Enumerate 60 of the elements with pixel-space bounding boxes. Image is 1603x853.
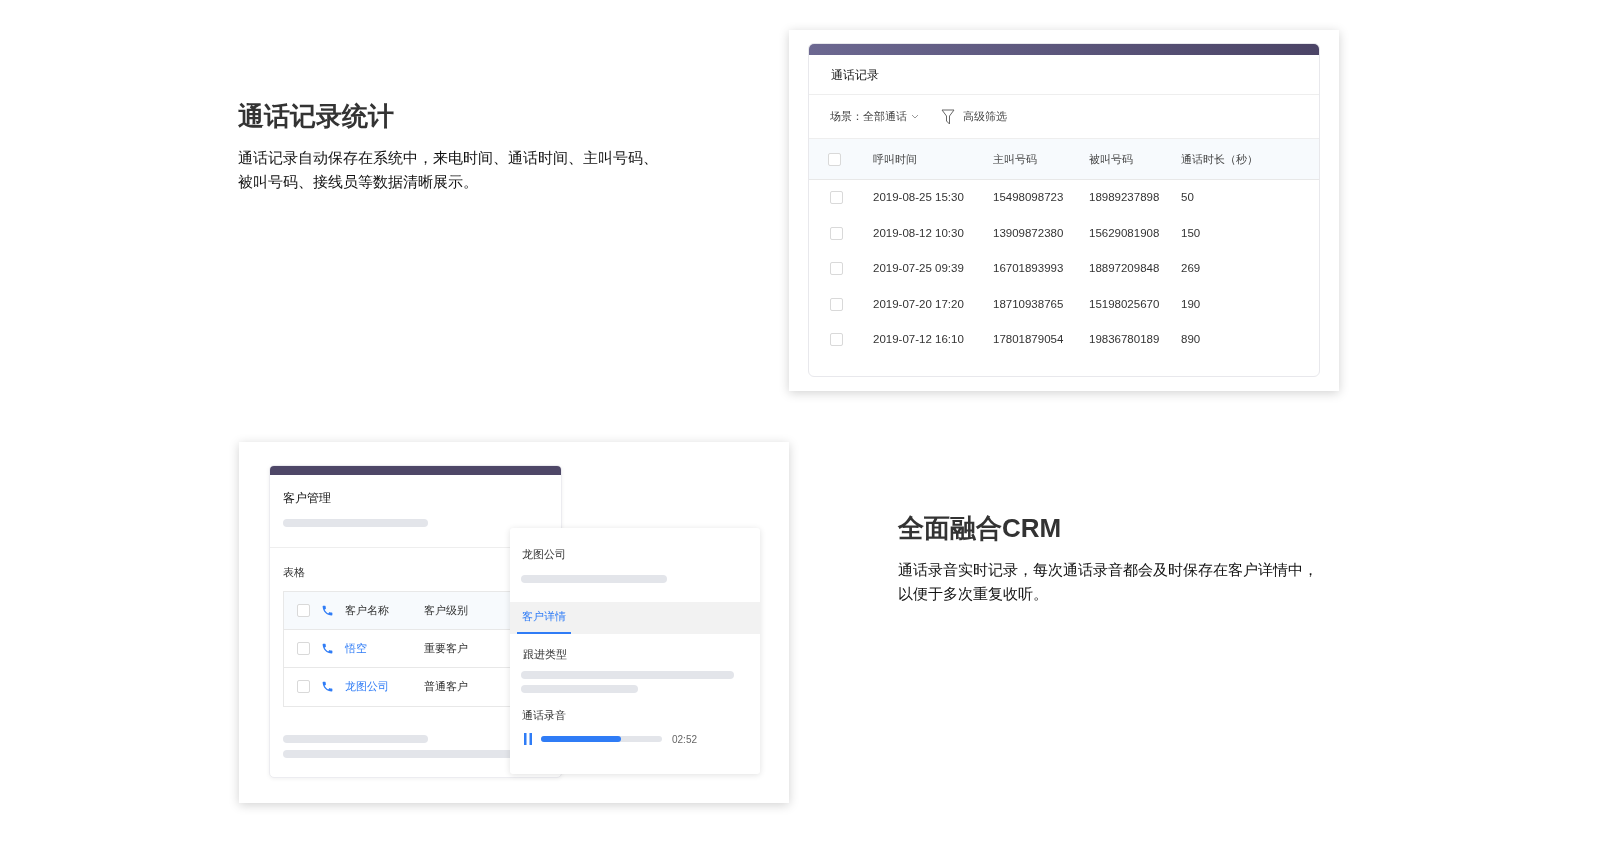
field-label: 通话录音	[521, 708, 567, 723]
table-cell-text: 15498098723	[993, 190, 1065, 206]
column-header: 客户级别	[424, 602, 468, 618]
customer-name-link[interactable]: 悟空	[345, 639, 424, 657]
panel-title: 龙图公司	[521, 547, 567, 562]
table-cell-text: 重要客户	[424, 640, 468, 656]
table-cell-text: 18989237898	[1089, 190, 1161, 206]
table-cell-text: 2019-07-20 17:20	[873, 296, 965, 312]
section-title: 通话记录统计	[238, 100, 395, 133]
progress-fill[interactable]	[541, 736, 621, 742]
funnel-icon	[941, 108, 955, 125]
panel-title: 通话记录	[831, 66, 879, 84]
section-title: 全面融合CRM	[898, 512, 1063, 545]
panel-title: 客户管理	[283, 490, 332, 507]
phone-icon[interactable]	[321, 641, 334, 655]
column-header: 客户名称	[345, 602, 390, 618]
checkbox[interactable]	[830, 226, 843, 240]
checkbox[interactable]	[828, 152, 841, 166]
table-label: 表格	[283, 565, 306, 580]
scene-label: 场景：	[830, 109, 863, 125]
column-header: 被叫号码	[1089, 151, 1134, 167]
field-label: 跟进类型	[522, 646, 568, 662]
table-cell-text: 16701893993	[993, 261, 1065, 277]
phone-icon[interactable]	[321, 603, 334, 617]
table-cell-text: 890	[1181, 332, 1201, 348]
table-cell-text: 2019-07-25 09:39	[873, 261, 965, 277]
table-cell-text: 2019-08-12 10:30	[873, 225, 965, 241]
table-cell-text: 18897209848	[1089, 261, 1161, 277]
column-header: 通话时长（秒）	[1181, 151, 1258, 167]
table-cell-text: 2019-08-25 15:30	[873, 190, 965, 206]
filter-button[interactable]: 高级筛选	[941, 108, 1007, 125]
section-description: 通话记录自动保存在系统中，来电时间、通话时间、主叫号码、被叫号码、接线员等数据清晰展示。	[238, 148, 658, 192]
table-cell-text: 普通客户	[424, 679, 468, 695]
phone-icon[interactable]	[321, 680, 334, 693]
checkbox[interactable]	[830, 297, 843, 311]
section-description: 通话录音实时记录，每次通话录音都会及时保存在客户详情中，以便于多次重复收听。	[898, 560, 1318, 604]
checkbox[interactable]	[830, 262, 843, 276]
column-header: 主叫号码	[993, 151, 1038, 167]
table-cell-text: 19836780189	[1089, 332, 1161, 348]
pause-icon[interactable]	[523, 733, 533, 745]
table-cell-text: 150	[1181, 225, 1201, 241]
checkbox[interactable]	[297, 603, 310, 617]
table-cell-text: 18710938765	[993, 296, 1065, 312]
table-cell-text: 190	[1181, 296, 1201, 312]
column-header: 呼叫时间	[873, 151, 918, 167]
checkbox[interactable]	[830, 333, 843, 347]
table-cell-text: 13909872380	[993, 225, 1065, 241]
table-cell-text: 15629081908	[1089, 225, 1161, 241]
table-cell-text: 50	[1181, 190, 1194, 206]
checkbox[interactable]	[297, 641, 310, 655]
table-cell-text: 17801879054	[993, 332, 1065, 348]
customer-name-link[interactable]: 龙图公司	[345, 678, 424, 695]
duration-text: 02:52	[672, 732, 698, 747]
checkbox[interactable]	[830, 191, 843, 205]
table-cell-text: 2019-07-12 16:10	[873, 332, 965, 348]
checkbox[interactable]	[297, 680, 310, 693]
scene-dropdown[interactable]: 全部通话	[863, 108, 919, 125]
table-cell-text: 269	[1181, 261, 1201, 277]
table-cell-text: 15198025670	[1089, 296, 1161, 312]
chevron-down-icon	[911, 114, 919, 119]
